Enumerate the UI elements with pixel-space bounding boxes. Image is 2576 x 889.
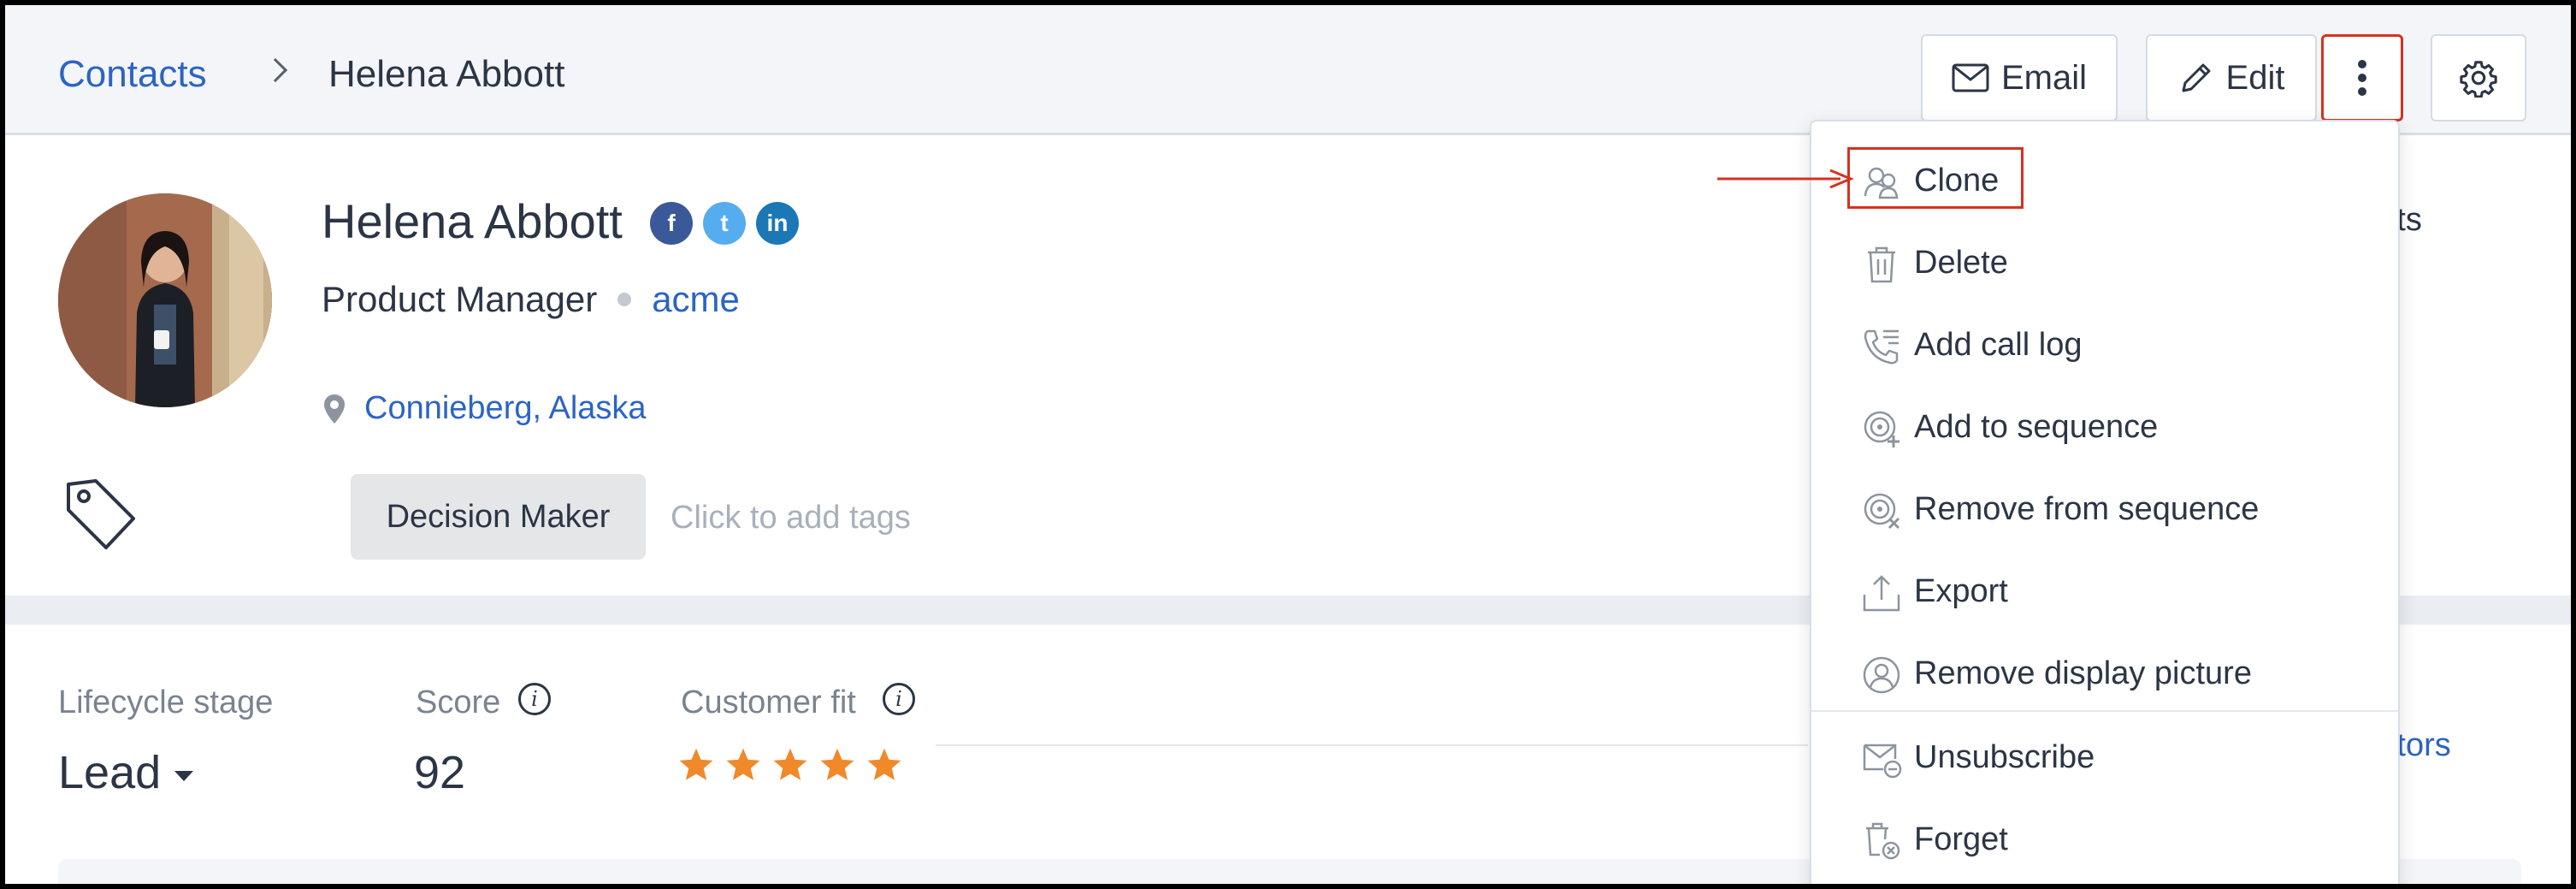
tag-chip[interactable]: Decision Maker (351, 474, 646, 560)
arrow-right-icon (1717, 169, 1854, 189)
menu-item-remove-from-sequence[interactable]: Remove from sequence (1811, 472, 2398, 549)
more-actions-menu: Clone Delete Add call log Add to sequenc… (1810, 120, 2400, 889)
contact-name: Helena Abbott (322, 194, 623, 248)
menu-item-label: Export (1914, 573, 2008, 609)
menu-item-label: Unsubscribe (1914, 739, 2095, 775)
score-label: Score (416, 685, 501, 720)
menu-item-label: Add call log (1914, 327, 2083, 363)
menu-divider (1811, 710, 2398, 712)
menu-item-add-to-sequence[interactable]: Add to sequence (1811, 390, 2398, 467)
info-icon[interactable]: i (883, 683, 915, 715)
company-link[interactable]: acme (652, 279, 740, 320)
email-button[interactable]: Email (1921, 34, 2118, 121)
star-icon (726, 748, 760, 780)
forget-icon (1866, 822, 1900, 860)
menu-item-delete[interactable]: Delete (1811, 226, 2398, 303)
menu-item-label: Delete (1914, 245, 2008, 281)
caret-down-icon (174, 771, 194, 781)
sequence-add-icon (1864, 411, 1900, 447)
lifecycle-label: Lifecycle stage (58, 685, 274, 720)
user-circle-icon (1863, 656, 1900, 694)
lifecycle-value: Lead (58, 747, 162, 798)
menu-item-label: Forget (1914, 821, 2008, 857)
more-actions-button[interactable] (2321, 34, 2403, 121)
info-icon[interactable]: i (518, 683, 551, 715)
lifecycle-dropdown[interactable]: Lead (58, 746, 194, 799)
add-tags-input[interactable]: Click to add tags (671, 500, 911, 536)
chevron-right-icon (263, 57, 288, 83)
breadcrumb-contacts-link[interactable]: Contacts (58, 53, 207, 96)
edit-button[interactable]: Edit (2146, 34, 2317, 121)
menu-item-add-call-log[interactable]: Add call log (1811, 308, 2398, 385)
star-icon (773, 748, 807, 780)
menu-item-label: Remove from sequence (1914, 491, 2260, 527)
mail-icon (1952, 63, 1989, 92)
twitter-icon[interactable]: t (703, 202, 746, 245)
star-icon (820, 748, 854, 780)
divider-line (936, 744, 1808, 746)
star-icon (867, 748, 901, 780)
breadcrumb-current: Helena Abbott (328, 53, 565, 95)
export-icon (1863, 575, 1900, 612)
sequence-remove-icon (1864, 493, 1900, 530)
trash-icon (1868, 246, 1895, 283)
linkedin-icon[interactable]: in (756, 202, 799, 245)
menu-item-forget[interactable]: Forget (1811, 803, 2398, 880)
settings-button[interactable] (2431, 34, 2526, 121)
job-line: Product Manager acme (322, 279, 740, 320)
email-button-label: Email (2000, 58, 2088, 97)
menu-item-unsubscribe[interactable]: Unsubscribe (1811, 720, 2398, 797)
menu-item-label: Add to sequence (1914, 409, 2159, 445)
customer-fit-label: Customer fit (681, 685, 856, 720)
facebook-icon[interactable]: f (650, 202, 693, 245)
menu-item-remove-display-picture[interactable]: Remove display picture (1811, 637, 2398, 714)
star-icon (679, 748, 713, 780)
menu-item-label: Remove display picture (1914, 655, 2252, 691)
more-vertical-icon (2358, 60, 2366, 96)
tag-icon (67, 479, 135, 549)
score-value: 92 (414, 747, 466, 798)
gear-icon (2460, 61, 2497, 98)
clone-highlight-box (1847, 147, 2024, 209)
call-log-icon (1864, 329, 1899, 364)
job-title: Product Manager (322, 279, 598, 319)
edit-button-label: Edit (2225, 58, 2285, 97)
map-pin-icon (324, 394, 345, 424)
header-bar: Contacts Helena Abbott Email Edit (5, 5, 2571, 135)
menu-item-export[interactable]: Export (1811, 554, 2398, 631)
unsubscribe-icon (1863, 744, 1902, 779)
separator-dot (617, 293, 632, 306)
contact-avatar (58, 193, 272, 407)
location-label: Connieberg, Alaska (364, 390, 647, 426)
location-link[interactable]: Connieberg, Alaska (323, 390, 647, 427)
customer-fit-stars (677, 746, 903, 784)
pencil-icon (2182, 63, 2211, 92)
